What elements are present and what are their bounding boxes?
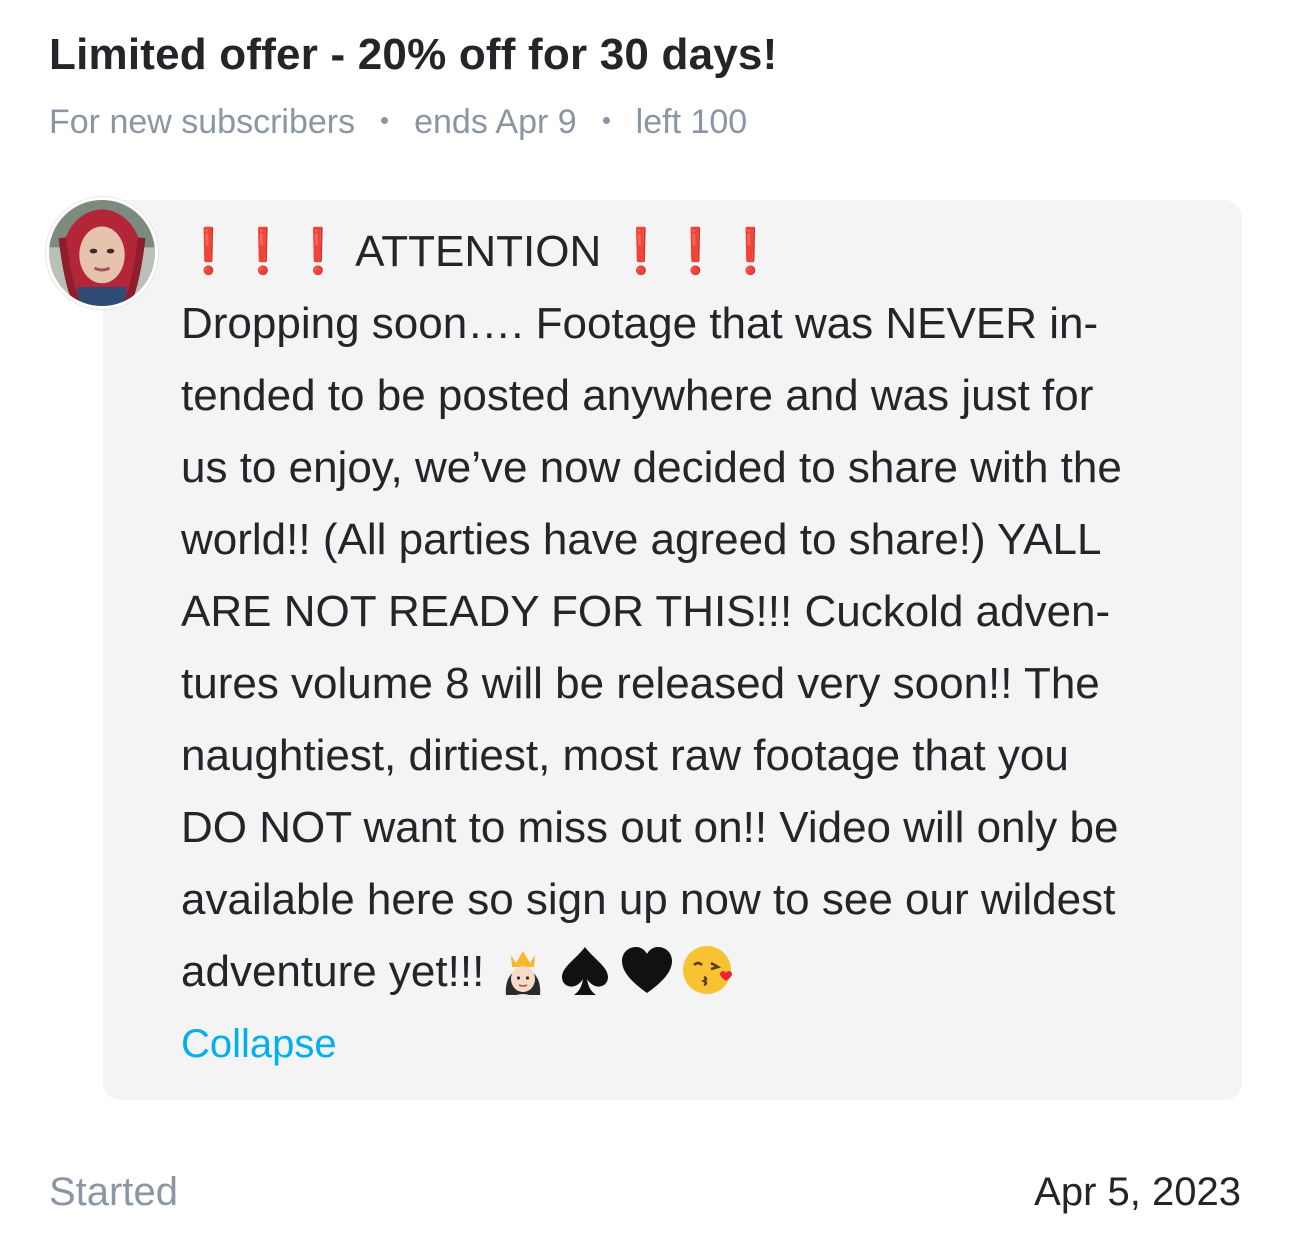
offer-remaining: left 100 xyxy=(635,103,748,141)
avatar-image xyxy=(49,200,155,306)
offer-title: Limited offer - 20% off for 30 days! xyxy=(49,30,778,79)
separator-dot xyxy=(381,117,389,124)
message-line: adventure yet!!! xyxy=(181,947,485,996)
started-label: Started xyxy=(49,1170,178,1214)
message-line: naughtiest, dirtiest, most raw footage t… xyxy=(181,731,1069,780)
alert-emoji: ❗️❗️❗️ xyxy=(613,227,778,276)
started-date: Apr 5, 2023 xyxy=(1034,1170,1241,1214)
message-line: tended to be posted anywhere and was jus… xyxy=(181,371,1094,420)
kissing-face-icon xyxy=(683,946,733,995)
separator-dot xyxy=(602,117,610,124)
message-line: ARE NOT READY FOR THIS!!! Cuckold adven- xyxy=(181,587,1111,636)
alert-emoji: ❗️❗️❗️ xyxy=(181,227,346,276)
collapse-link[interactable]: Collapse xyxy=(181,1022,337,1067)
message-heading: ❗️❗️❗️ ATTENTION ❗️❗️❗️ xyxy=(181,216,1221,288)
message-last-line: adventure yet!!! xyxy=(181,936,1221,1008)
message-body: ❗️❗️❗️ ATTENTION ❗️❗️❗️ Dropping soon…. … xyxy=(181,216,1221,1008)
message-line: us to enjoy, we’ve now decided to share … xyxy=(181,443,1122,492)
message-line: world!! (All parties have agreed to shar… xyxy=(181,515,1102,564)
message-line: DO NOT want to miss out on!! Video will … xyxy=(181,803,1119,852)
spade-icon xyxy=(562,947,609,996)
avatar[interactable] xyxy=(46,197,158,309)
emoji-row xyxy=(494,941,738,1000)
offer-end-date: ends Apr 9 xyxy=(414,103,577,141)
offer-meta: For new subscribers ends Apr 9 left 100 xyxy=(49,103,747,142)
message-line: available here so sign up now to see our… xyxy=(181,875,1116,924)
promo-message-screen: Limited offer - 20% off for 30 days! For… xyxy=(0,0,1290,1244)
princess-icon xyxy=(506,951,541,1000)
message-line: Dropping soon…. Footage that was NEVER i… xyxy=(181,299,1099,348)
message-heading-text: ATTENTION xyxy=(355,227,602,276)
message-line: tures volume 8 will be released very soo… xyxy=(181,659,1100,708)
offer-audience: For new subscribers xyxy=(49,103,356,141)
black-heart-icon xyxy=(622,947,673,994)
